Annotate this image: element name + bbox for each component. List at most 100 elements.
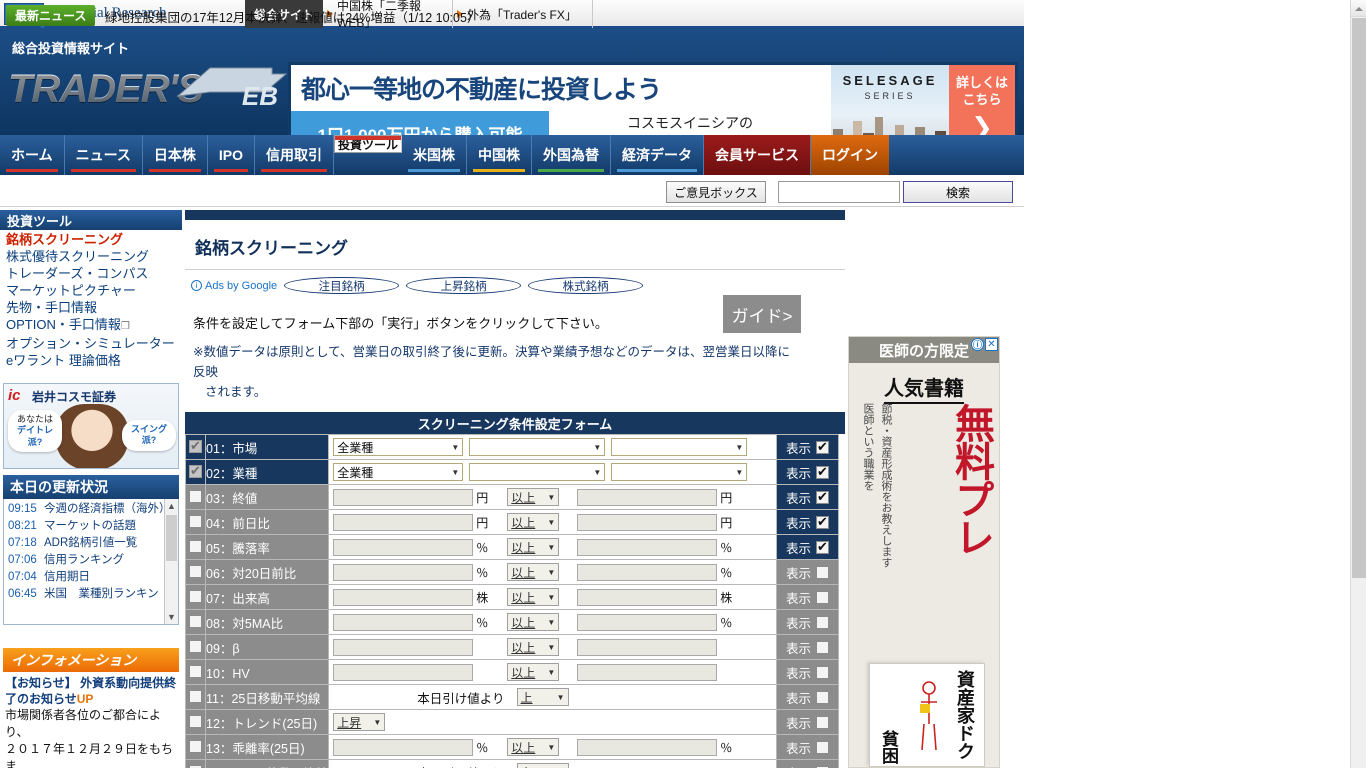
row-enable-cell[interactable]: [185, 534, 206, 560]
sidebar-item-2[interactable]: トレーダーズ・コンパス: [6, 265, 182, 282]
row-07-operator-select[interactable]: 以上 ▼: [507, 588, 560, 606]
row-enable-cell[interactable]: [185, 734, 206, 760]
update-row[interactable]: 08:21 マーケットの話題: [4, 518, 178, 535]
updates-scroll-thumb[interactable]: [166, 515, 177, 561]
broker-ad[interactable]: ic 岩井コスモ証券 あなたは デイトレ派? スイング派?: [3, 383, 179, 469]
close-icon[interactable]: ✕: [985, 338, 998, 351]
row-show-checkbox-08[interactable]: [816, 615, 829, 629]
row-06-max-input[interactable]: [577, 563, 718, 581]
row-show-checkbox-05[interactable]: [816, 539, 829, 555]
row-show-checkbox-11[interactable]: [816, 690, 829, 704]
row-05-max-input[interactable]: [577, 538, 718, 556]
row-show-checkbox-09[interactable]: [816, 640, 829, 654]
information-title-line2[interactable]: 了のお知らせUP: [5, 691, 177, 707]
row-show-cell[interactable]: 表示: [776, 634, 839, 660]
gnav-item-8[interactable]: 外国為替: [532, 135, 612, 175]
update-row[interactable]: 07:06 信用ランキング: [4, 552, 178, 569]
row-03-min-input[interactable]: [333, 488, 474, 506]
row-show-cell[interactable]: 表示: [776, 609, 839, 635]
scroll-down-icon[interactable]: ▼: [167, 612, 176, 622]
sidebar-item-0[interactable]: 銘柄スクリーニング: [6, 231, 182, 248]
row-show-checkbox-03[interactable]: [816, 489, 829, 505]
sidebar-item-1[interactable]: 株式優待スクリーニング: [6, 248, 182, 265]
row-enable-checkbox-12[interactable]: [189, 715, 202, 729]
row-10-min-input[interactable]: [333, 663, 474, 681]
update-row[interactable]: 07:04 信用期日: [4, 569, 178, 586]
row-09-min-input[interactable]: [333, 638, 474, 656]
row-03-max-input[interactable]: [577, 488, 718, 506]
row-show-cell[interactable]: 表示: [776, 534, 839, 560]
row-08-operator-select[interactable]: 以上 ▼: [507, 613, 560, 631]
row-04-min-input[interactable]: [333, 513, 474, 531]
row-enable-cell[interactable]: [185, 484, 206, 510]
update-row[interactable]: 09:15 今週の経済指標（海外）: [4, 501, 178, 518]
update-row[interactable]: 07:18 ADR銘柄引値一覧: [4, 535, 178, 552]
sidebar-item-3[interactable]: マーケットピクチャー: [6, 282, 182, 299]
row-13-min-input[interactable]: [333, 738, 474, 756]
search-button[interactable]: 検索: [903, 181, 1013, 203]
guide-button[interactable]: ガイド>: [723, 295, 801, 333]
row-show-cell[interactable]: 表示: [776, 459, 839, 485]
row-enable-checkbox-04[interactable]: [189, 515, 202, 529]
gnav-item-6[interactable]: 米国株: [402, 135, 468, 175]
gnav-item-1[interactable]: ニュース: [65, 135, 143, 175]
row-enable-cell[interactable]: [185, 609, 206, 635]
row-05-operator-select[interactable]: 以上 ▼: [507, 538, 560, 556]
row-enable-checkbox-10[interactable]: [189, 665, 202, 679]
row-enable-checkbox-03[interactable]: [189, 490, 202, 504]
row-enable-cell[interactable]: [185, 434, 206, 460]
gnav-item-9[interactable]: 経済データ: [611, 135, 705, 175]
row-10-operator-select[interactable]: 以上 ▼: [507, 663, 560, 681]
gnav-item-10[interactable]: 会員サービス: [704, 135, 812, 175]
row-05-min-input[interactable]: [333, 538, 474, 556]
row-enable-cell[interactable]: [185, 584, 206, 610]
row-04-operator-select[interactable]: 以上 ▼: [507, 513, 560, 531]
row-07-min-input[interactable]: [333, 588, 474, 606]
gnav-item-11[interactable]: ログイン: [811, 135, 890, 175]
row-enable-checkbox-08[interactable]: [189, 615, 202, 629]
ad-pill-0[interactable]: 注目銘柄: [284, 277, 400, 294]
row-12-trend-select[interactable]: 上昇 ▼: [333, 713, 386, 731]
gnav-item-0[interactable]: ホーム: [0, 135, 65, 175]
row-13-operator-select[interactable]: 以上 ▼: [507, 738, 560, 756]
row-enable-cell[interactable]: [185, 684, 206, 710]
row-show-cell[interactable]: 表示: [776, 434, 839, 460]
sidebar-item-5[interactable]: OPTION・手口情報❐: [6, 316, 182, 335]
row-10-max-input[interactable]: [577, 663, 718, 681]
row-show-cell[interactable]: 表示: [776, 584, 839, 610]
updates-scrollbar[interactable]: ▲ ▼: [164, 499, 178, 624]
gnav-item-3[interactable]: IPO: [208, 135, 256, 175]
row-11-direction-select[interactable]: 上 ▼: [516, 688, 569, 706]
row-14-direction-select[interactable]: 上▼: [516, 763, 569, 768]
ad-pill-1[interactable]: 上昇銘柄: [406, 277, 522, 294]
row-show-checkbox-04[interactable]: [816, 514, 829, 530]
row-04-max-input[interactable]: [577, 513, 718, 531]
row-show-checkbox-10[interactable]: [816, 665, 829, 679]
ad-info-icon[interactable]: ⓘ: [971, 338, 984, 351]
right-sidebar-ad[interactable]: 医師の方限定 ⓘ ✕ 人気書籍 無料プレ 医師という職業を 節税・資産形成術をお…: [848, 336, 1000, 768]
row-show-cell[interactable]: 表示: [776, 684, 839, 710]
gnav-item-5[interactable]: 投資ツール: [334, 135, 403, 153]
browser-vertical-scrollbar[interactable]: [1350, 0, 1366, 768]
row-06-operator-select[interactable]: 以上 ▼: [507, 563, 560, 581]
row-02-select-2[interactable]: ▼: [469, 463, 606, 481]
row-enable-cell[interactable]: [185, 634, 206, 660]
opinion-box-button[interactable]: ご意見ボックス: [666, 181, 766, 203]
row-02-select-1[interactable]: 全業種 ▼: [333, 463, 464, 481]
row-show-cell[interactable]: 表示: [776, 484, 839, 510]
gnav-item-4[interactable]: 信用取引: [255, 135, 335, 175]
gnav-item-7[interactable]: 中国株: [467, 135, 533, 175]
row-01-select-3[interactable]: ▼: [611, 438, 748, 456]
row-enable-cell[interactable]: [185, 509, 206, 535]
sidebar-item-7[interactable]: eワラント 理論価格: [6, 352, 182, 369]
row-show-checkbox-02[interactable]: [816, 464, 829, 480]
row-show-cell[interactable]: 表示: [776, 509, 839, 535]
latest-news-text[interactable]: 緑地控股集団の17年12月本決算、速報値は24%増益（1/12 10:05）: [105, 7, 479, 26]
row-enable-cell[interactable]: [185, 659, 206, 685]
row-enable-checkbox-13[interactable]: [189, 740, 202, 754]
row-show-checkbox-12[interactable]: [816, 715, 829, 729]
row-show-cell[interactable]: 表示: [776, 709, 839, 735]
row-13-max-input[interactable]: [577, 738, 718, 756]
row-09-operator-select[interactable]: 以上 ▼: [507, 638, 560, 656]
row-show-cell[interactable]: 表示: [776, 559, 839, 585]
